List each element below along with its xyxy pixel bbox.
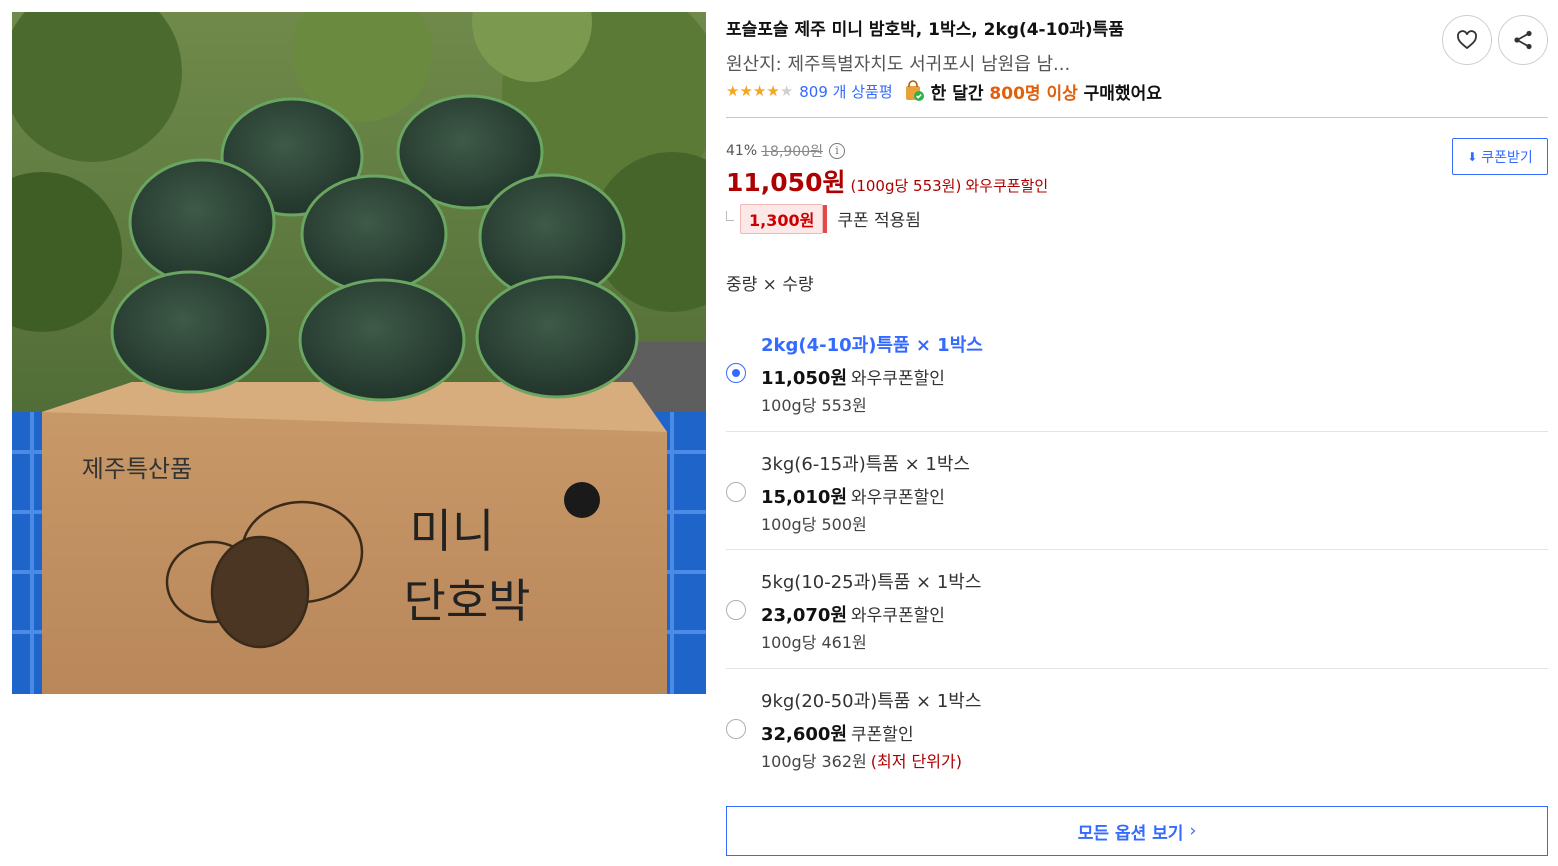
divider: [726, 117, 1548, 118]
monthly-suffix: 구매했어요: [1083, 83, 1162, 104]
radio-unselected[interactable]: [726, 481, 746, 502]
radio-unselected[interactable]: [726, 600, 746, 620]
option-price-row: 15,010원 와우쿠폰할인: [761, 483, 945, 509]
option-item[interactable]: 2kg(4-10과)특품 × 1박스 11,050원 와우쿠폰할인 100g당 5…: [726, 313, 1548, 432]
discount-rate: 41%: [726, 143, 758, 159]
option-unit: 100g당 553원: [761, 396, 867, 415]
product-title: 포슬포슬 제주 미니 밤호박, 1박스, 2kg(4-10과)특품: [726, 20, 1124, 40]
radio-selected[interactable]: [726, 363, 746, 383]
option-price: 32,600원: [761, 723, 848, 745]
coupon-download-button[interactable]: ⬇ 쿠폰받기: [1452, 138, 1548, 175]
star-icon: ★: [726, 81, 740, 100]
option-price-row: 11,050원 와우쿠폰할인: [761, 364, 945, 390]
coupon-button-label: 쿠폰받기: [1481, 149, 1533, 166]
option-tag: 쿠폰할인: [851, 724, 914, 745]
coupon-applied-row: 1,300원 쿠폰 적용됨: [726, 203, 921, 234]
option-price-row: 23,070원 와우쿠폰할인: [761, 601, 945, 627]
option-list: 2kg(4-10과)특품 × 1박스 11,050원 와우쿠폰할인 100g당 5…: [726, 313, 1548, 787]
option-price: 15,010원: [761, 486, 848, 508]
product-origin: 원산지: 제주특별자치도 서귀포시 남원읍 남...: [726, 54, 1071, 75]
radio-unselected[interactable]: [726, 718, 746, 739]
rating-row: ★ ★ ★ ★ ★ 809 개 상품평 한 달간 800명 이상 구매했어요: [726, 79, 1162, 104]
product-image: 제주특산품 미니 단호박: [12, 12, 706, 694]
heart-icon: [1456, 30, 1478, 50]
option-unit-row: 100g당 500원: [761, 511, 867, 535]
box-line2-text: 단호박: [404, 574, 531, 628]
option-unit: 100g당 461원: [761, 633, 867, 652]
chevron-right-icon: ›: [1189, 821, 1197, 841]
option-unit-row: 100g당 461원: [761, 629, 867, 653]
star-empty-icon: ★: [779, 81, 794, 100]
monthly-count: 800명 이상: [989, 83, 1078, 104]
option-tag: 와우쿠폰할인: [851, 606, 945, 626]
option-unit: 100g당 500원: [761, 514, 867, 534]
monthly-purchase-text: 한 달간 800명 이상 구매했어요: [931, 79, 1162, 104]
all-options-label: 모든 옵션 보기: [1077, 823, 1184, 844]
star-icon: ★: [752, 81, 767, 100]
option-tag: 와우쿠폰할인: [851, 369, 945, 389]
option-price-row: 32,600원 쿠폰할인: [761, 720, 914, 746]
option-name: 5kg(10-25과)특품 × 1박스: [761, 572, 982, 593]
option-item[interactable]: 9kg(20-50과)특품 × 1박스 32,600원 쿠폰할인 100g당 36…: [726, 669, 1548, 788]
star-icon: ★: [739, 81, 753, 100]
option-unit: 100g당 362원: [761, 751, 867, 771]
download-icon: ⬇: [1467, 149, 1478, 164]
option-price: 11,050원: [761, 368, 848, 389]
all-options-button[interactable]: 모든 옵션 보기 ›: [726, 806, 1548, 856]
coupon-applied-text: 쿠폰 적용됨: [837, 211, 921, 231]
wishlist-button[interactable]: [1442, 15, 1492, 65]
unit-price: (100g당 553원): [850, 177, 962, 195]
share-button[interactable]: [1498, 15, 1548, 65]
original-price: 18,900원: [761, 144, 823, 160]
star-icon: ★: [766, 81, 780, 100]
monthly-prefix: 한 달간: [930, 83, 984, 104]
star-rating: ★ ★ ★ ★ ★: [726, 81, 794, 100]
option-price: 23,070원: [761, 605, 848, 626]
option-header: 중량 × 수량: [726, 275, 814, 295]
shopping-bag-icon: [903, 80, 925, 102]
price-row: 11,050원 (100g당 553원) 와우쿠폰할인: [726, 163, 1048, 199]
price-discount-tag: 와우쿠폰할인: [965, 177, 1049, 195]
review-count-link[interactable]: 809 개 상품평: [799, 81, 892, 102]
lowest-unit-price-label: (최저 단위가): [870, 751, 962, 771]
box-line1-text: 미니: [410, 504, 495, 558]
share-icon: [1514, 30, 1532, 50]
box-brand-text: 제주특산품: [82, 455, 192, 483]
option-tag: 와우쿠폰할인: [851, 487, 945, 508]
option-name: 3kg(6-15과)특품 × 1박스: [761, 453, 970, 475]
option-name: 2kg(4-10과)특품 × 1박스: [761, 335, 983, 356]
branch-line: [726, 210, 734, 221]
discount-row: 41% 18,900원 i: [726, 141, 845, 161]
product-info-panel: 포슬포슬 제주 미니 밤호박, 1박스, 2kg(4-10과)특품 원산지: 제…: [726, 0, 1548, 866]
info-icon[interactable]: i: [829, 143, 845, 159]
option-name: 9kg(20-50과)특품 × 1박스: [761, 690, 982, 712]
option-unit-row: 100g당 553원: [761, 392, 867, 416]
option-item[interactable]: 3kg(6-15과)특품 × 1박스 15,010원 와우쿠폰할인 100g당 5…: [726, 432, 1548, 550]
coupon-amount-badge: 1,300원: [740, 203, 828, 234]
option-item[interactable]: 5kg(10-25과)특품 × 1박스 23,070원 와우쿠폰할인 100g당 …: [726, 550, 1548, 669]
option-unit-row: 100g당 362원 (최저 단위가): [761, 748, 962, 772]
final-price: 11,050원: [726, 168, 846, 197]
